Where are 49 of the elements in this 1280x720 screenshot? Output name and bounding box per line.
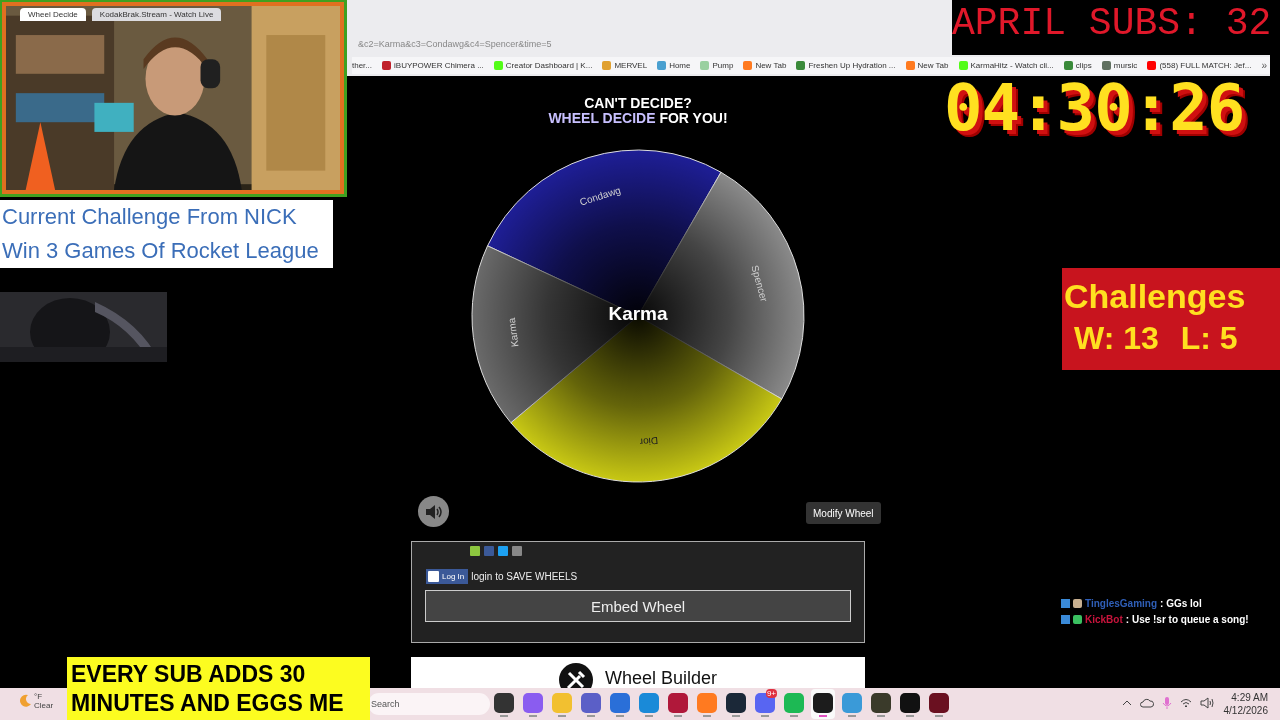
wins-count: W: 13 xyxy=(1074,319,1159,358)
browser-tab[interactable]: Wheel Decide xyxy=(20,8,86,21)
app-icon[interactable] xyxy=(811,689,835,719)
wheel-builder-bar[interactable]: Wheel Builder xyxy=(411,657,865,688)
weather-temperature: °F xyxy=(34,692,44,701)
volume-icon[interactable] xyxy=(1200,697,1214,709)
losses-count: L: 5 xyxy=(1180,319,1238,358)
wifi-icon[interactable] xyxy=(1180,698,1192,708)
search-field[interactable]: Search xyxy=(368,693,490,715)
chat-message: : GGs lol xyxy=(1160,598,1202,609)
bookmark[interactable]: iBUYPOWER Chimera ... xyxy=(382,61,484,70)
bookmark[interactable]: mursic xyxy=(1101,61,1138,70)
moon-icon xyxy=(18,694,32,708)
login-button[interactable]: Log In xyxy=(426,569,469,584)
chat-username: KickBot xyxy=(1085,614,1123,625)
login-hint: login to SAVE WHEELS xyxy=(471,571,578,582)
chat-message: : Use !sr to queue a song! xyxy=(1125,614,1249,625)
wheel-result: Karma xyxy=(607,303,669,325)
segment-label: Condawg xyxy=(578,184,622,208)
bookmark[interactable]: New Tab xyxy=(905,61,949,70)
segment-label: Karma xyxy=(505,317,521,348)
speaker-icon[interactable] xyxy=(418,496,449,527)
weather-condition: Clear xyxy=(34,701,54,710)
sub-banner: EVERY SUB ADDS 30 MINUTES AND EGGS ME xyxy=(67,657,370,720)
bookmark[interactable]: Creator Dashboard | K... xyxy=(493,61,593,70)
bookmark[interactable]: (558) FULL MATCH: Jef... xyxy=(1147,61,1252,70)
page-heading: CAN'T DECIDE? WHEEL DECIDE FOR YOU! xyxy=(547,96,729,126)
cloud-icon[interactable] xyxy=(1140,697,1154,709)
challenges-title: Challenges xyxy=(1064,276,1247,316)
segment-label: Dior xyxy=(639,435,659,448)
microphone-icon[interactable] xyxy=(1162,696,1172,710)
bookmark[interactable]: Home xyxy=(657,61,691,70)
bookmark[interactable]: ther... xyxy=(352,61,372,70)
modify-wheel-button[interactable]: Modify Wheel xyxy=(806,502,881,524)
chevron-icon[interactable] xyxy=(1122,698,1132,708)
segment-label: Spencer xyxy=(749,264,770,303)
bookmark[interactable]: Freshen Up Hydration ... xyxy=(796,61,896,70)
bookmark[interactable]: MERVEL xyxy=(602,61,648,70)
bookmark[interactable]: clips xyxy=(1063,61,1092,70)
embed-wheel-button[interactable]: Embed Wheel xyxy=(425,590,851,622)
more-bookmarks-button[interactable]: » xyxy=(1261,60,1267,71)
bookmark[interactable]: KarmaHitz - Watch cli... xyxy=(958,61,1054,70)
countdown-timer: 04:30:26 xyxy=(944,76,1245,140)
bookmark[interactable]: Pump xyxy=(700,61,734,70)
bookmark[interactable]: New Tab xyxy=(743,61,787,70)
chat-username: TinglesGaming xyxy=(1085,598,1158,609)
taskbar-clock[interactable]: 4:29 AM 4/12/2026 xyxy=(1223,691,1268,717)
challenge-banner: Current Challenge From NICK Win 3 Games Of Rocket League xyxy=(0,200,333,268)
browser-tab[interactable]: KodakBrak.Stream - Watch Live xyxy=(91,8,222,21)
